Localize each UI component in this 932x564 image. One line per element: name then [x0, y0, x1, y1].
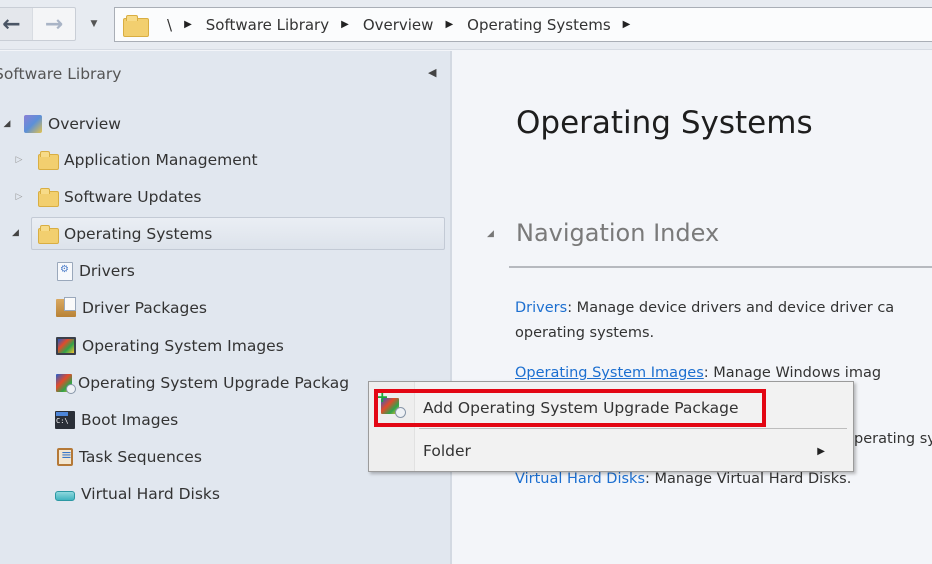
tree-item-label: Task Sequences [79, 448, 202, 466]
forward-arrow-icon: → [44, 11, 64, 37]
folder-icon [123, 14, 149, 37]
section-divider [509, 266, 932, 268]
content-pane: Operating Systems ◢ Navigation Index Dri… [454, 51, 932, 564]
description-partial: perating sy [854, 428, 932, 450]
tree-item-label: Software Updates [64, 188, 202, 206]
tree-item-label: Overview [48, 115, 121, 133]
drivers-icon [57, 261, 73, 281]
tree-item-label: Driver Packages [82, 299, 207, 317]
description-continuation: operating systems. [515, 325, 655, 341]
tree-item-virtual-hard-disks[interactable]: Virtual Hard Disks [55, 478, 220, 510]
section-collapse-icon[interactable]: ◢ [487, 229, 494, 239]
menu-separator [419, 428, 847, 429]
tree-item-software-updates[interactable]: ▷ Software Updates [12, 181, 201, 213]
os-images-icon [56, 337, 76, 355]
section-title: Navigation Index [516, 219, 720, 247]
tree-item-label: Application Management [64, 151, 258, 169]
driver-packages-icon [56, 297, 76, 317]
virtual-hard-disks-icon [55, 491, 75, 501]
folder-icon [38, 224, 59, 244]
breadcrumb-separator-icon[interactable]: ▶ [623, 19, 631, 30]
chevron-down-icon: ▼ [90, 19, 98, 29]
expand-arrow-icon[interactable]: ▷ [12, 192, 26, 202]
breadcrumb[interactable]: \ ▶ Software Library ▶ Overview ▶ Operat… [114, 7, 932, 42]
tree-item-os-images[interactable]: Operating System Images [56, 330, 284, 362]
history-dropdown-button[interactable]: ▼ [86, 14, 102, 34]
breadcrumb-separator-icon[interactable]: ▶ [445, 19, 453, 30]
history-buttons: ← → [0, 7, 76, 41]
breadcrumb-operating-systems[interactable]: Operating Systems [467, 16, 611, 34]
os-upgrade-packages-icon [56, 374, 76, 394]
menu-item-label: Folder [423, 442, 471, 460]
tree-item-driver-packages[interactable]: Driver Packages [56, 292, 207, 324]
add-upgrade-package-icon [373, 388, 415, 427]
empty-icon-slot [373, 432, 415, 470]
folder-icon [38, 188, 59, 207]
submenu-arrow-icon: ▶ [817, 445, 825, 457]
tree-item-task-sequences[interactable]: Task Sequences [57, 441, 202, 473]
navigation-toolbar: ← → ▼ \ ▶ Software Library ▶ Overview ▶ … [0, 0, 932, 50]
link-drivers[interactable]: Drivers [515, 300, 567, 316]
tree-item-operating-systems[interactable]: Operating Systems [31, 217, 445, 250]
link-virtual-hard-disks[interactable]: Virtual Hard Disks [515, 471, 645, 487]
folder-icon [38, 151, 59, 170]
context-menu: Add Operating System Upgrade Package Fol… [368, 381, 854, 472]
description-drivers: Drivers: Manage device drivers and devic… [515, 297, 894, 319]
tree-item-label: Operating System Upgrade Packag [78, 374, 350, 392]
menu-item-label: Add Operating System Upgrade Package [423, 399, 739, 417]
navigation-pane: Software Library ◀ ◢ Overview ▷ Applicat… [0, 51, 452, 564]
forward-button[interactable]: → [33, 8, 75, 40]
tree-item-overview[interactable]: ◢ Overview [0, 108, 121, 140]
tree-item-boot-images[interactable]: Boot Images [55, 404, 178, 436]
back-button[interactable]: ← [0, 8, 33, 40]
breadcrumb-separator-icon[interactable]: ▶ [341, 19, 349, 30]
boot-images-icon [55, 411, 75, 429]
menu-item-add-os-upgrade-package[interactable]: Add Operating System Upgrade Package [373, 388, 845, 427]
collapse-pane-button[interactable]: ◀ [428, 66, 436, 79]
tree-item-label: Operating System Images [82, 337, 284, 355]
tree-item-drivers[interactable]: Drivers [57, 255, 135, 287]
expand-arrow-icon[interactable]: ◢ [0, 119, 14, 129]
tree-item-label: Boot Images [81, 411, 179, 429]
breadcrumb-root[interactable]: \ [167, 16, 172, 34]
expand-arrow-icon[interactable]: ▷ [12, 155, 26, 165]
menu-item-folder[interactable]: Folder ▶ [373, 432, 845, 470]
description-text: : Manage Virtual Hard Disks. [645, 471, 852, 487]
page-title: Operating Systems [516, 105, 813, 141]
tree-item-os-upgrade-packages[interactable]: Operating System Upgrade Packag [56, 367, 349, 399]
task-sequences-icon [57, 448, 73, 466]
description-text: perating sy [854, 431, 932, 447]
breadcrumb-separator-icon[interactable]: ▶ [184, 19, 192, 30]
tree-item-label: Virtual Hard Disks [81, 485, 220, 503]
back-arrow-icon: ← [2, 11, 21, 37]
tree-item-label: Operating Systems [64, 224, 213, 243]
link-os-images[interactable]: Operating System Images [515, 365, 704, 381]
description-text: : Manage Windows imag [703, 365, 882, 381]
expand-arrow-icon[interactable]: ◢ [12, 228, 19, 238]
breadcrumb-overview[interactable]: Overview [363, 16, 434, 34]
tree-item-application-management[interactable]: ▷ Application Management [12, 144, 258, 176]
description-text: : Manage device drivers and device drive… [567, 300, 895, 316]
chevron-left-icon: ◀ [428, 66, 437, 79]
overview-icon [24, 115, 42, 133]
tree-item-label: Drivers [79, 262, 135, 280]
pane-title: Software Library [0, 65, 122, 83]
breadcrumb-software-library[interactable]: Software Library [206, 16, 329, 34]
